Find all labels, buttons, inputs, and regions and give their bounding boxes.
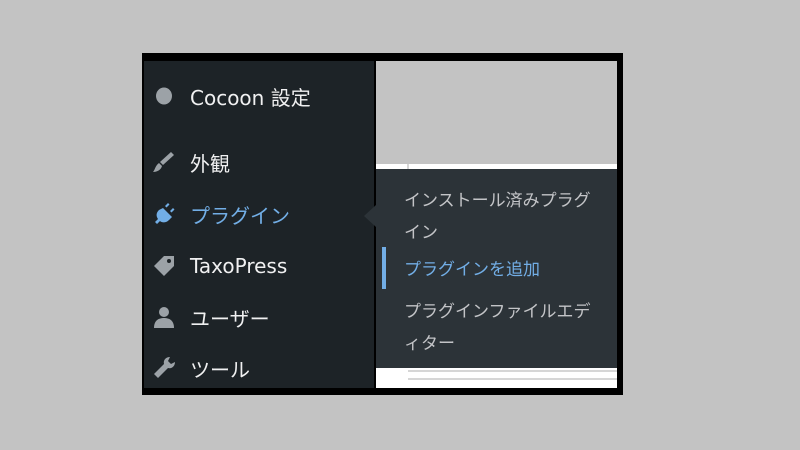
cocoon-circle-icon [150,82,178,110]
sidebar-item-plugins[interactable]: プラグイン [144,194,374,234]
divider [408,370,617,372]
wrench-icon [150,354,178,382]
sidebar-item-label: ユーザー [190,306,270,331]
submenu-item-installed-plugins[interactable]: インストール済みプラグイン [404,185,604,249]
submenu-item-add-plugin[interactable]: プラグインを追加 [404,254,604,286]
sidebar-item-users[interactable]: ユーザー [144,297,374,337]
sidebar-item-taxopress[interactable]: TaxoPress [144,246,374,286]
sidebar-item-label: 外観 [190,151,230,176]
sidebar-item-label: ツール [190,357,250,382]
submenu-item-plugin-file-editor[interactable]: プラグインファイルエディター [404,296,604,360]
sidebar-item-tools[interactable]: ツール [144,348,374,388]
current-indicator [382,247,386,289]
user-icon [150,303,178,331]
admin-sidebar: Cocoon 設定 外観 プラグイン TaxoPress ユーザー ツール [144,61,374,388]
tag-icon [150,252,178,280]
sidebar-item-label: プラグイン [190,203,290,228]
plugin-icon [150,200,178,228]
content-placeholder [376,61,617,164]
submenu-pointer [364,205,376,227]
plugins-submenu: インストール済みプラグイン プラグインを追加 プラグインファイルエディター [376,169,617,368]
sidebar-item-label: Cocoon 設定 [190,85,311,110]
divider [408,378,617,380]
sidebar-item-cocoon-settings[interactable]: Cocoon 設定 [144,76,374,116]
sidebar-item-label: TaxoPress [190,254,288,278]
sidebar-item-appearance[interactable]: 外観 [144,142,374,182]
paintbrush-icon [150,148,178,176]
